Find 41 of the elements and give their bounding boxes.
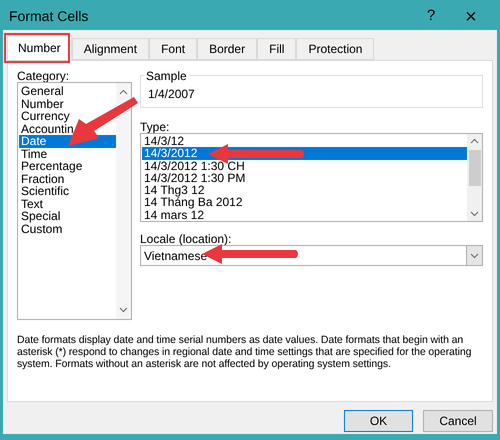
type-item[interactable]: 14 mars 12 [142, 208, 467, 222]
tab[interactable]: Fill [257, 38, 296, 60]
tab[interactable]: Alignment [72, 38, 150, 60]
locale-dropdown[interactable]: Vietnamese [140, 245, 483, 266]
category-item[interactable]: Scientific [19, 185, 72, 198]
window-title: Format Cells [9, 7, 90, 26]
sample-value: 1/4/2007 [148, 86, 195, 103]
category-item[interactable]: Time [19, 148, 50, 160]
category-item[interactable]: Number [19, 98, 66, 110]
category-label: Category: [17, 68, 70, 82]
category-item[interactable]: Currency [19, 110, 72, 122]
locale-label: Locale (location): [140, 231, 232, 245]
cancel-button[interactable]: Cancel [423, 410, 493, 432]
category-item[interactable]: Special [19, 210, 62, 222]
tab[interactable]: Font [149, 38, 198, 60]
help-button[interactable]: ? [411, 5, 451, 28]
tab[interactable]: Protection [296, 38, 374, 60]
type-item[interactable]: 14/3/12 [142, 135, 467, 148]
ok-button[interactable]: OK [344, 410, 413, 432]
category-list[interactable]: General Number Currency Accountin Date Time Percentage Fraction Scientific Text Special Custom [17, 82, 132, 320]
category-item[interactable]: Fraction [19, 172, 66, 185]
type-item[interactable]: 14/3/2012 1:30 CH [142, 160, 467, 172]
category-item[interactable]: General [19, 85, 66, 98]
type-item[interactable]: 14 Thg3 12 [142, 184, 467, 196]
category-item[interactable]: Text [19, 198, 46, 210]
tab[interactable]: Number [7, 35, 72, 60]
close-button[interactable]: × [451, 6, 491, 26]
tab[interactable]: Border [197, 38, 258, 60]
description-text: Date formats display date and time serial numbers as date values. Date formats that begin with an asterisk (*) respond to changes in regional date and time settings that are specified for the operating system. Formats without an asterisk are not affected by operating system settings. [17, 334, 472, 370]
category-item[interactable]: Custom [19, 222, 64, 235]
scroll-down-icon[interactable] [470, 211, 479, 217]
scrollbar-thumb[interactable] [468, 150, 480, 186]
category-item[interactable]: Percentage [19, 160, 84, 172]
type-item[interactable]: 14/3/2012 1:30 PM [142, 172, 467, 184]
type-item[interactable]: 14 Tháng Ba 2012 [142, 196, 467, 209]
type-label: Type: [140, 119, 170, 133]
category-item[interactable]: Accountin [19, 122, 76, 135]
scroll-up-icon[interactable] [119, 89, 128, 95]
highlight-frame [4, 33, 70, 63]
scroll-up-icon[interactable] [470, 138, 479, 144]
scroll-down-icon[interactable] [119, 307, 128, 313]
